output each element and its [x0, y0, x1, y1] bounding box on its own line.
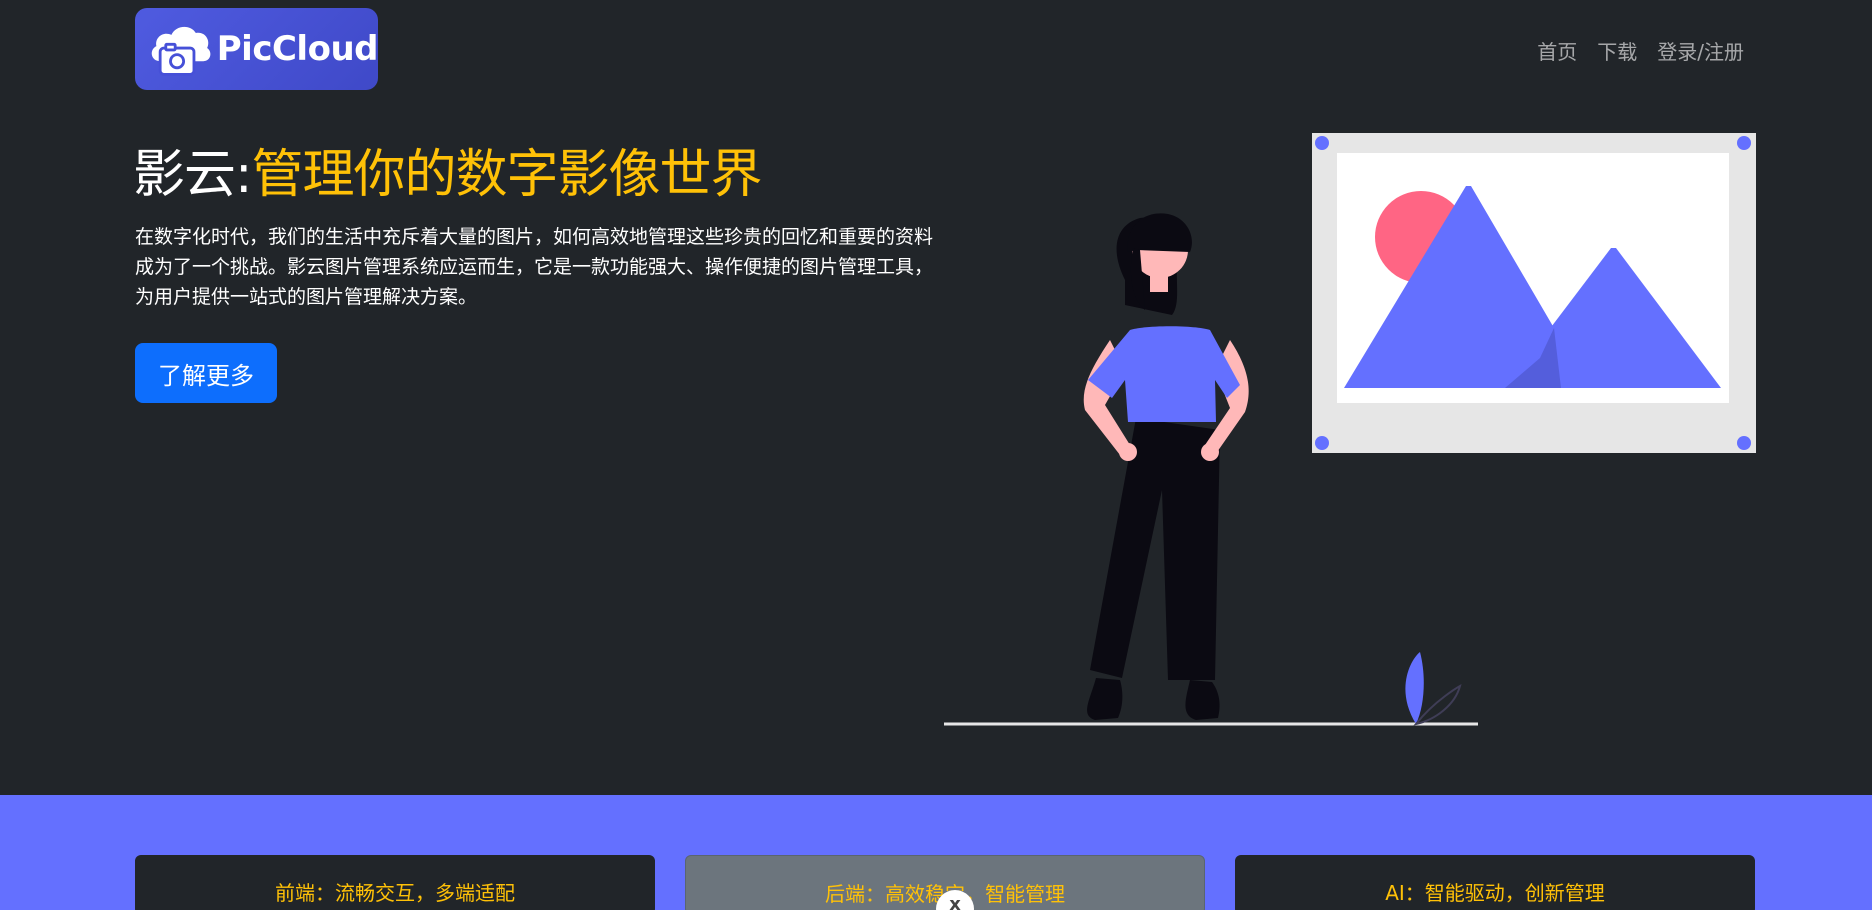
hero-title: 影云:管理你的数字影像世界 [133, 132, 763, 207]
hero-title-prefix: 影云: [133, 145, 253, 205]
feature-card-frontend[interactable]: 前端：流畅交互，多端适配 [135, 855, 655, 910]
top-nav: 首页 下载 登录/注册 [1537, 36, 1744, 65]
logo-text: PicCloud [216, 29, 379, 69]
feature-card-label: 前端：流畅交互，多端适配 [275, 881, 515, 905]
feature-card-label: AI：智能驱动，创新管理 [1385, 881, 1605, 905]
piccloud-logo[interactable]: PicCloud [135, 8, 379, 90]
hero-title-accent: 管理你的数字影像世界 [251, 145, 763, 205]
feature-card-ai[interactable]: AI：智能驱动，创新管理 [1235, 855, 1755, 910]
hero-description: 在数字化时代，我们的生活中充斥着大量的图片，如何高效地管理这些珍贵的回忆和重要的… [135, 226, 934, 308]
nav-item-login-register[interactable]: 登录/注册 [1657, 36, 1744, 65]
learn-more-button[interactable]: 了解更多 [135, 343, 277, 403]
nav-item-home[interactable]: 首页 [1537, 36, 1577, 65]
hero-section: PicCloud 首页 下载 登录/注册 影云:管理你的数字影像世界 在数字化时… [0, 0, 1872, 795]
woman-with-picture-illustration [944, 133, 1756, 726]
nav-item-download[interactable]: 下载 [1597, 36, 1637, 65]
cloud-camera-icon [151, 26, 211, 76]
